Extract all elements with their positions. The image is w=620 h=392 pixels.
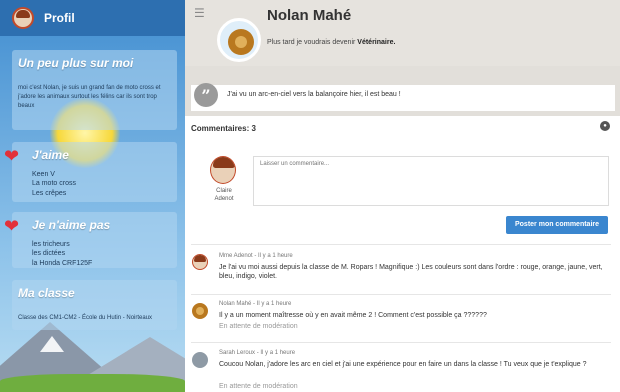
post-card	[191, 85, 615, 111]
about-card: Un peu plus sur moi moi c'est Nolan, je …	[12, 50, 177, 130]
comments-title: Commentaires: 3	[191, 124, 256, 133]
about-text: moi c'est Nolan, je suis un grand fan de…	[18, 85, 161, 109]
divider	[191, 342, 611, 343]
likes-title: J'aime	[32, 148, 69, 162]
profile-header[interactable]: Profil	[0, 0, 185, 36]
list-item: la Honda CRF125F	[32, 259, 93, 267]
avatar	[12, 7, 34, 29]
list-item: Les crêpes	[32, 189, 67, 197]
list-item: Keen V	[32, 171, 55, 178]
comment-text: Coucou Nolan, j'adore les arc en ciel et…	[219, 361, 587, 368]
post-text: J'ai vu un arc-en-ciel vers la balançoir…	[227, 91, 401, 98]
moderation-status: En attente de modération	[219, 383, 298, 390]
avatar	[192, 303, 208, 319]
profile-tagline: Plus tard je voudrais devenir Vétérinair…	[267, 39, 395, 46]
comment-meta: Nolan Mahé - Il y a 1 heure	[219, 301, 292, 307]
quote-icon: ”	[194, 83, 218, 107]
post-comment-button[interactable]: Poster mon commentaire	[506, 216, 608, 234]
tagline-job: Vétérinaire.	[357, 39, 396, 46]
commenter-last-name: Adenot	[214, 195, 234, 202]
class-text: Classe des CM1-CM2 - École du Hutin - No…	[18, 315, 153, 321]
dislikes-list: les tricheurs les dictées la Honda CRF12…	[18, 240, 171, 268]
comment-meta: Sarah Leroux - Il y a 1 heure	[219, 350, 296, 356]
profile-label: Profil	[44, 11, 75, 25]
avatar	[192, 254, 208, 270]
heart-icon: ❤	[4, 146, 20, 166]
list-item: les dictées	[32, 250, 66, 258]
dislikes-title: Je n'aime pas	[32, 218, 111, 232]
sidebar: Profil Un peu plus sur moi moi c'est Nol…	[0, 0, 185, 392]
settings-icon[interactable]: ●	[600, 121, 610, 131]
divider	[191, 244, 611, 245]
grass-decoration	[0, 374, 185, 392]
commenter-name: Claire Adenot	[206, 188, 242, 204]
avatar	[217, 18, 261, 62]
tagline-prefix: Plus tard je voudrais devenir	[267, 39, 356, 46]
broken-heart-icon: ❤	[4, 216, 20, 236]
avatar	[210, 156, 236, 184]
class-card: Ma classe Classe des CM1-CM2 - École du …	[12, 280, 177, 330]
list-item: les tricheurs	[32, 241, 70, 248]
likes-card: ❤ J'aime Keen V La moto cross Les crêpes	[4, 142, 177, 202]
hamburger-icon[interactable]: ☰	[194, 6, 205, 20]
list-item: La moto cross	[32, 180, 76, 188]
comment-text: Je l'ai vu moi aussi depuis la classe de…	[219, 264, 603, 281]
comment-meta: Mme Adenot - Il y a 1 heure	[219, 253, 293, 259]
about-title: Un peu plus sur moi	[18, 56, 134, 70]
moderation-status: En attente de modération	[219, 323, 298, 330]
commenter-first-name: Claire	[216, 188, 232, 194]
profile-name: Nolan Mahé	[267, 7, 352, 24]
likes-list: Keen V La moto cross Les crêpes	[18, 170, 171, 198]
lion-icon	[228, 29, 254, 55]
class-title: Ma classe	[18, 286, 75, 300]
snow-decoration	[40, 336, 64, 352]
avatar	[192, 352, 208, 368]
comment-input[interactable]	[253, 156, 609, 206]
dislikes-card: ❤ Je n'aime pas les tricheurs les dictée…	[4, 212, 177, 268]
divider	[191, 294, 611, 295]
comment-text: Il y a un moment maîtresse où y en avait…	[219, 312, 487, 319]
